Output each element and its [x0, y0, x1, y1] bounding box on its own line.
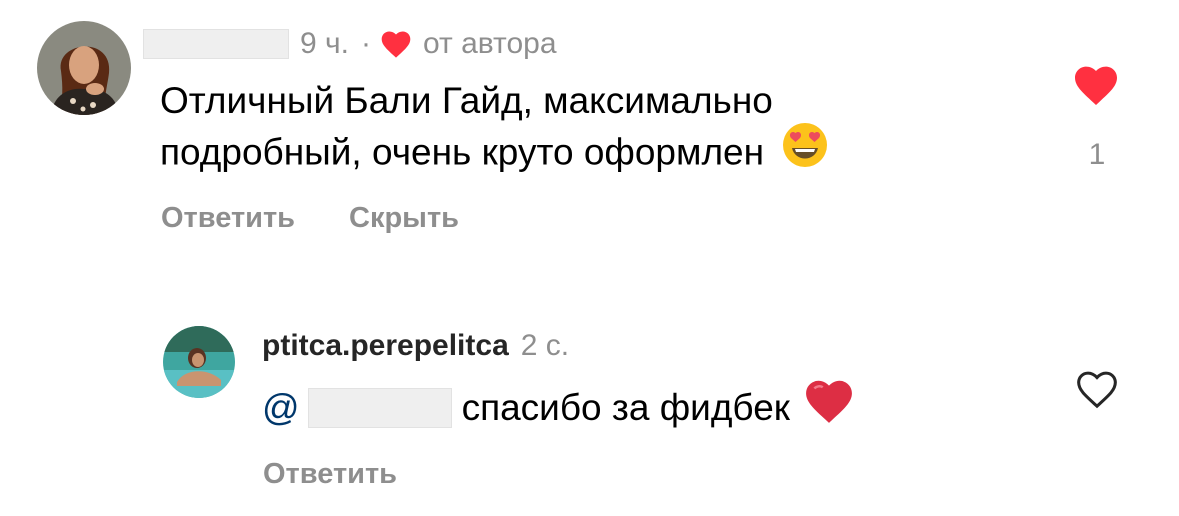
mention-link[interactable]: @: [262, 383, 452, 433]
reply-button[interactable]: Ответить: [161, 202, 295, 235]
comment-text: Отличный Бали Гайд, максимально подробны…: [160, 76, 830, 183]
reply-avatar-image: [163, 326, 235, 398]
like-count: 1: [1088, 138, 1106, 171]
comment-text-line: Отличный Бали Гайд, максимально: [160, 80, 773, 121]
liked-by-author-label: от автора: [422, 27, 557, 60]
reply-time: 2 с.: [520, 329, 570, 362]
commenter-avatar[interactable]: [37, 21, 131, 115]
reply-actions: Ответить: [263, 458, 397, 491]
like-button[interactable]: [1072, 63, 1120, 107]
reply-meta: ptitca.perepelitca 2 с.: [262, 326, 569, 366]
reply-message: спасибо за фидбек: [461, 386, 790, 428]
filled-heart-icon: [1075, 66, 1117, 105]
mention-at: @: [262, 386, 300, 428]
commenter-avatar-image: [37, 21, 131, 115]
redacted-mention-username: [307, 387, 452, 428]
redacted-username[interactable]: [143, 29, 289, 59]
comment-text-line: подробный, очень круто оформлен: [160, 123, 830, 183]
reply-username[interactable]: ptitca.perepelitca: [262, 329, 509, 363]
reply-like-button[interactable]: [1074, 368, 1120, 410]
heart-eyes-emoji: [780, 120, 830, 183]
outline-heart-icon: [1077, 371, 1117, 409]
comment-meta: 9 ч. · от автора: [143, 24, 557, 64]
reply-reply-button[interactable]: Ответить: [263, 458, 397, 491]
heart-icon: [379, 29, 413, 59]
reply-text: @ спасибо за фидбек: [262, 378, 854, 437]
comment-actions: Ответить Скрыть: [161, 202, 459, 235]
hide-button[interactable]: Скрыть: [349, 202, 459, 235]
reply-avatar[interactable]: [163, 326, 235, 398]
meta-separator: ·: [360, 27, 371, 60]
comment-text-line-2: подробный, очень круто оформлен: [160, 131, 765, 173]
red-heart-emoji: [804, 378, 854, 437]
comment-time: 9 ч.: [300, 27, 349, 60]
